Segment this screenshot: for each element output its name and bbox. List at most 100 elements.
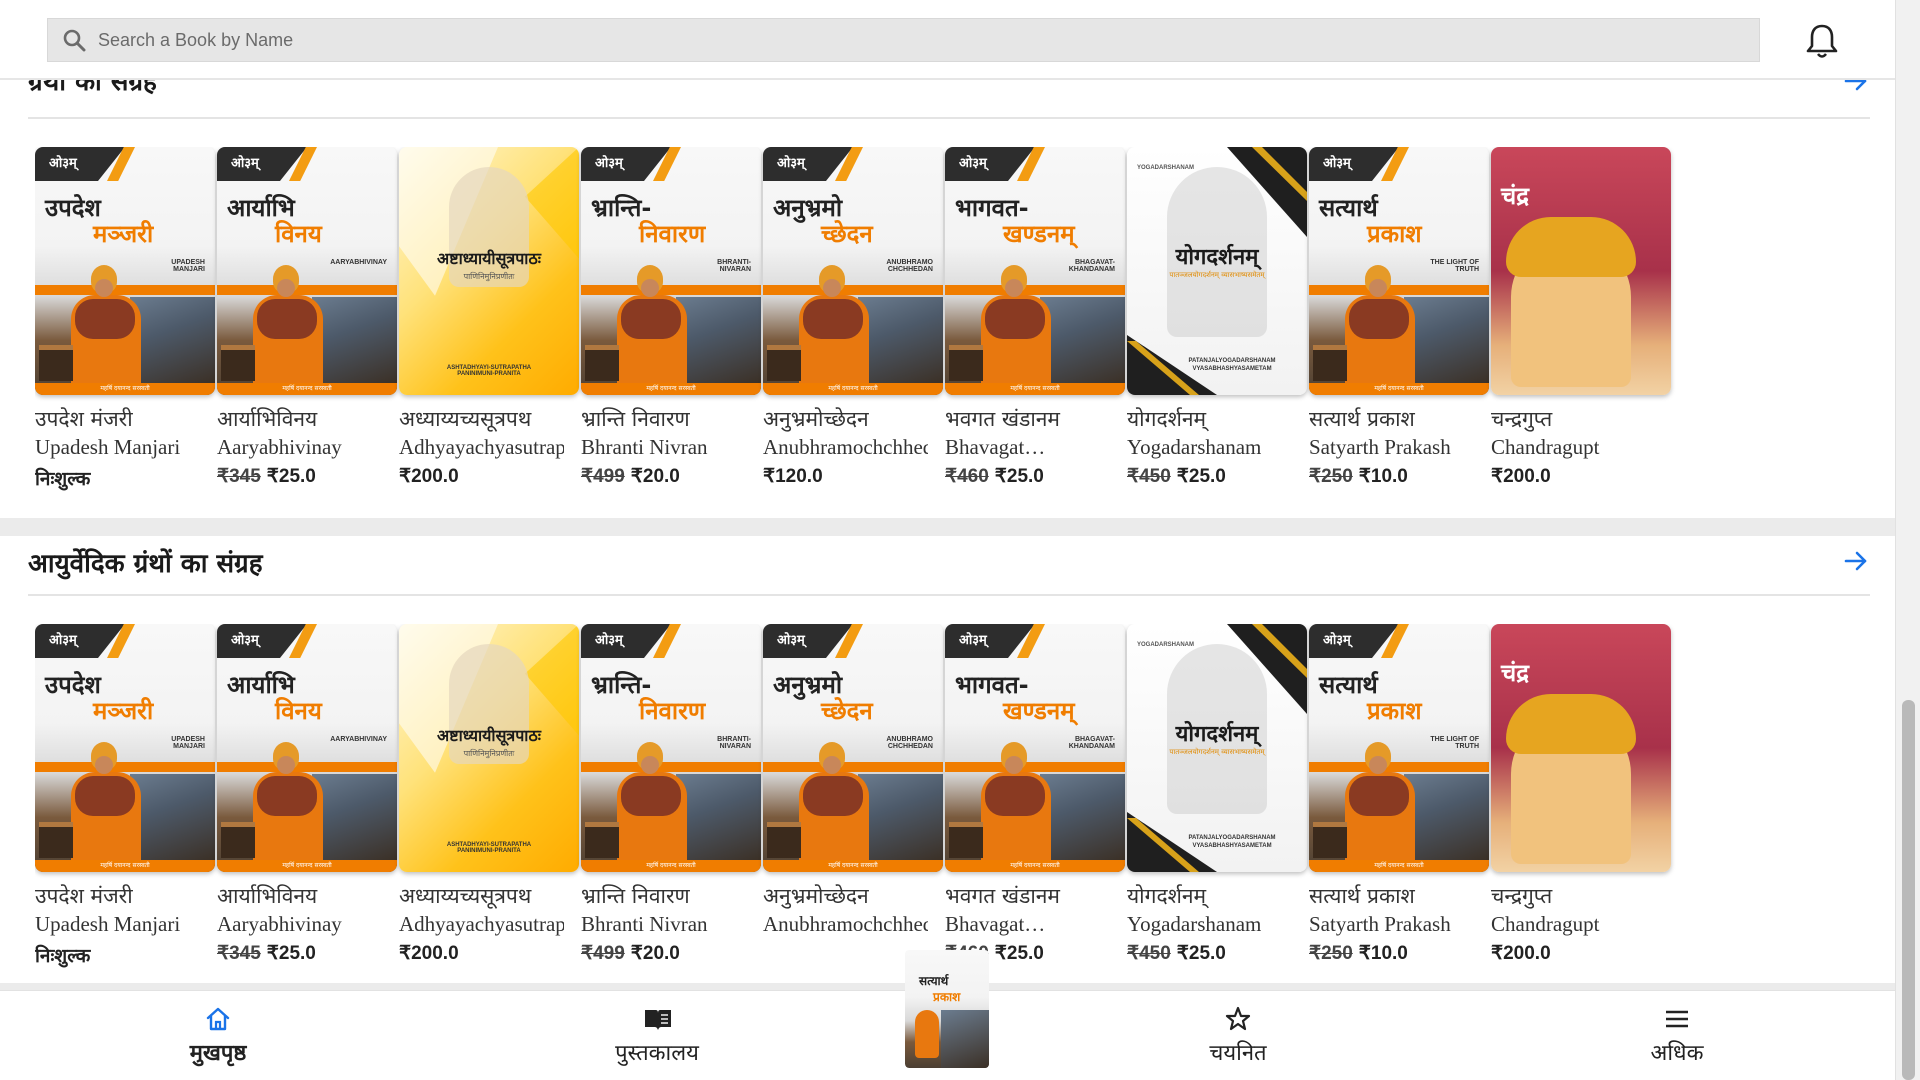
original-price: ₹345	[217, 466, 261, 487]
current-book-figure	[915, 1010, 939, 1058]
cover-footer: महर्षि दयानन्द सरस्वती	[217, 860, 397, 872]
book-card[interactable]: ओ३म् सत्यार्थ प्रकाश THE LIGHT OF TRUTH महर्…	[1309, 624, 1509, 1004]
cover-figure	[611, 265, 691, 390]
book-card[interactable]: ओ३म् भागवत- खण्डनम् BHAGAVAT- KHANDANAM महर्…	[945, 147, 1145, 527]
cover-title-a: सत्यार्थ	[1319, 671, 1378, 699]
nav-home[interactable]: मुखपृष्ठ	[118, 991, 318, 1080]
nav-selected[interactable]: चयनित	[1138, 991, 1338, 1080]
search-bar[interactable]	[47, 18, 1760, 62]
book-card[interactable]: चंद्र चन्द्रगुप्त Chandragupt ₹200.0	[1491, 624, 1691, 1004]
nav-more[interactable]: अधिक	[1577, 991, 1777, 1080]
book-card[interactable]: ओ३म् भ्रान्ति- निवारण BHRANTI- NIVARAN महर्ष…	[581, 624, 781, 1004]
cover-footer: महर्षि दयानन्द सरस्वती	[217, 383, 397, 395]
cover-title-b: च्छेदन	[821, 220, 873, 249]
arrow-right-icon[interactable]	[1843, 548, 1869, 574]
figure-shawl	[1349, 776, 1409, 816]
original-price: ₹250	[1309, 466, 1353, 487]
cover-table	[221, 345, 255, 381]
cover-table	[221, 822, 255, 858]
cover-subtitle: पातञ्जलयोगदर्शनम् व्यासभाष्यसमेतम्	[1169, 748, 1265, 756]
book-title-english: Yogadarshanam	[1127, 912, 1262, 936]
book-cover: चंद्र	[1491, 147, 1671, 395]
book-title-english: Bhranti Nivran	[581, 435, 708, 459]
book-price: ₹120.0	[763, 465, 823, 488]
vertical-scrollbar[interactable]	[1895, 0, 1920, 1080]
cover-footer: महर्षि दयानन्द सरस्वती	[945, 383, 1125, 395]
book-title-hindi: भ्रान्ति निवारण	[581, 884, 690, 908]
nav-more-label: अधिक	[1650, 1041, 1704, 1066]
book-title-english: Bhavagat…	[945, 435, 1046, 459]
book-card[interactable]: ओ३म् उपदेश मञ्जरी UPADESH MANJARI महर्षि दया…	[35, 147, 235, 527]
section-ayurvedic: आयुर्वेदिक ग्रंथों का संग्रह ओ३म् उपदेश मञ…	[0, 536, 1895, 990]
scrollbar-thumb[interactable]	[1902, 700, 1915, 1080]
cover-table	[1313, 822, 1347, 858]
cover-title-b: च्छेदन	[821, 697, 873, 726]
current-book-scene	[941, 1010, 989, 1068]
book-row: ओ३म् उपदेश मञ्जरी UPADESH MANJARI महर्षि दया…	[35, 147, 1870, 527]
book-card[interactable]: ओ३म् भागवत- खण्डनम् BHAGAVAT- KHANDANAM महर्…	[945, 624, 1145, 1004]
sale-price: ₹25.0	[266, 943, 316, 964]
cover-footer: PATANJALYOGADARSHANAM VYASABHASHYASAMETA…	[1188, 358, 1276, 373]
section-divider	[28, 117, 1870, 119]
book-title-english: Chandragupt	[1491, 435, 1600, 459]
book-card[interactable]: Yogadarshanam योगदर्शनम् पातञ्जलयोगदर्शनम्…	[1127, 147, 1327, 527]
book-price: ₹450 ₹25.0	[1127, 465, 1226, 488]
sale-price: ₹25.0	[1176, 466, 1226, 487]
cover-title-a: आर्याभि	[227, 194, 295, 222]
book-card[interactable]: Yogadarshanam योगदर्शनम् पातञ्जलयोगदर्शनम्…	[1127, 624, 1327, 1004]
book-cover: चंद्र	[1491, 624, 1671, 872]
book-price: ₹250 ₹10.0	[1309, 942, 1408, 965]
book-price: ₹250 ₹10.0	[1309, 465, 1408, 488]
book-card[interactable]: ओ३म् अनुभ्रमो च्छेदन ANUBHRAMO CHCHHEDAN महर…	[763, 147, 963, 527]
search-input[interactable]	[98, 29, 1698, 51]
book-card[interactable]: अष्टाध्यायीसूत्रपाठः पाणिनिमुनिप्रणीतः ASH…	[399, 147, 599, 527]
book-cover: ओ३म् अनुभ्रमो च्छेदन ANUBHRAMO CHCHHEDAN महर…	[763, 147, 943, 395]
book-title-english: Bhranti Nivran	[581, 912, 708, 936]
cover-table	[949, 822, 983, 858]
figure-shawl	[257, 299, 317, 339]
book-price: ₹460₹25.0	[945, 465, 1044, 488]
book-card[interactable]: ओ३म् आर्याभि विनय AARYABHIVINAY महर्षि दयानन…	[217, 147, 417, 527]
current-book-button[interactable]: सत्यार्थ प्रकाश	[905, 950, 989, 1068]
cover-title: आर्याभि विनय	[227, 195, 392, 248]
original-price: ₹450	[1127, 943, 1171, 964]
book-cover: ओ३म् सत्यार्थ प्रकाश THE LIGHT OF TRUTH महर्…	[1309, 624, 1489, 872]
book-card[interactable]: ओ३म् आर्याभि विनय AARYABHIVINAY महर्षि दयानन…	[217, 624, 417, 1004]
book-cover: ओ३म् आर्याभि विनय AARYABHIVINAY महर्षि दयानन…	[217, 147, 397, 395]
cover-title-b: खण्डनम्	[1003, 697, 1075, 726]
book-card[interactable]: अष्टाध्यायीसूत्रपाठः पाणिनिमुनिप्रणीतः ASH…	[399, 624, 599, 1004]
book-title-hindi: आर्याभिविनय	[217, 407, 318, 431]
book-title-hindi: चन्द्रगुप्त	[1491, 407, 1553, 431]
nav-library-label: पुस्तकालय	[615, 1041, 699, 1066]
book-title-hindi: भ्रान्ति निवारण	[581, 407, 690, 431]
cover-footer: महर्षि दयानन्द सरस्वती	[1309, 860, 1489, 872]
book-card[interactable]: ओ३म् भ्रान्ति- निवारण BHRANTI- NIVARAN महर्ष…	[581, 147, 781, 527]
book-price: निःशुल्क	[35, 942, 90, 968]
book-title-hindi: योगदर्शनम्	[1127, 407, 1207, 431]
original-price: ₹499	[581, 943, 625, 964]
sale-price: ₹200.0	[1491, 943, 1551, 964]
cover-footer: महर्षि दयानन्द सरस्वती	[35, 860, 215, 872]
book-price: ₹345 ₹25.0	[217, 942, 316, 965]
search-icon	[62, 28, 86, 52]
sale-price: ₹200.0	[399, 943, 459, 964]
nav-selected-label: चयनित	[1209, 1041, 1267, 1066]
book-card[interactable]: ओ३म् उपदेश मञ्जरी UPADESH MANJARI महर्षि दया…	[35, 624, 235, 1004]
cover-table	[585, 345, 619, 381]
cover-title-b: निवारण	[639, 220, 706, 249]
section-title: आयुर्वेदिक ग्रंथों का संग्रह	[28, 549, 263, 579]
cover-title-b: विनय	[275, 220, 322, 249]
cover-figure	[611, 742, 691, 867]
book-card[interactable]: ओ३म् अनुभ्रमो च्छेदन ANUBHRAMO CHCHHEDAN महर…	[763, 624, 963, 1004]
book-title-english: Satyarth Prakash	[1309, 912, 1451, 936]
sale-price: ₹20.0	[630, 466, 680, 487]
original-price: ₹499	[581, 466, 625, 487]
book-card[interactable]: ओ३म् सत्यार्थ प्रकाश THE LIGHT OF TRUTH महर्…	[1309, 147, 1509, 527]
cover-title: योगदर्शनम्	[1175, 245, 1259, 270]
book-cover: Yogadarshanam योगदर्शनम् पातञ्जलयोगदर्शनम्…	[1127, 147, 1307, 395]
book-card[interactable]: चंद्र चन्द्रगुप्त Chandragupt ₹200.0	[1491, 147, 1691, 527]
nav-library[interactable]: पुस्तकालय	[557, 991, 757, 1080]
book-cover: ओ३म् सत्यार्थ प्रकाश THE LIGHT OF TRUTH महर्…	[1309, 147, 1489, 395]
cover-top-label: Yogadarshanam	[1137, 165, 1194, 171]
bell-icon[interactable]	[1805, 22, 1839, 60]
